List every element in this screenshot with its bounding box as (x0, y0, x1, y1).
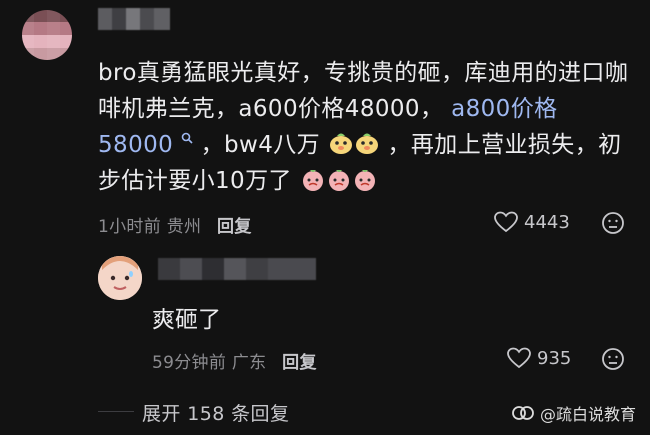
heart-outline-icon[interactable] (494, 211, 518, 233)
reply-button[interactable]: 回复 (217, 217, 252, 237)
like-count: 4443 (524, 212, 570, 233)
reply-avatar-face (98, 256, 142, 300)
bird-emoji-icon (328, 130, 354, 156)
comment-time-location: 1小时前 贵州 (98, 217, 202, 237)
commenter-name-blurred[interactable] (98, 8, 170, 30)
comment-text-part: ，bw4八万 (200, 132, 321, 158)
peach-emoji-icon (300, 166, 326, 192)
commenter-avatar[interactable] (22, 10, 72, 60)
watermark: @疏白说教育 (512, 401, 636, 425)
expand-replies-button[interactable]: 展开 158 条回复 (142, 399, 289, 426)
comment-meta: 1小时前 贵州 回复 (98, 212, 252, 237)
reply-like-count: 935 (537, 348, 572, 369)
expand-divider (98, 411, 134, 412)
heart-outline-icon[interactable] (507, 347, 531, 369)
frown-face-icon[interactable] (601, 211, 625, 235)
search-icon (181, 132, 193, 144)
reply-reply-button[interactable]: 回复 (282, 353, 317, 373)
reply-avatar[interactable] (98, 256, 142, 300)
watermark-logo-icon (512, 406, 534, 420)
peach-emoji-icon (326, 166, 352, 192)
peach-emoji-icon (352, 166, 378, 192)
bird-emoji-icon (354, 130, 380, 156)
reply-meta: 59分钟前 广东 回复 (152, 348, 317, 373)
reply-time-location: 59分钟前 广东 (152, 353, 267, 373)
comment-text: bro真勇猛眼光真好，专挑贵的砸，库迪用的进口咖啡机弗兰克，a600价格4800… (98, 55, 630, 199)
reply-text: 爽砸了 (152, 307, 221, 333)
watermark-text: @疏白说教育 (539, 405, 636, 424)
frown-face-icon[interactable] (601, 347, 625, 371)
reply-name-blurred[interactable] (158, 258, 316, 280)
